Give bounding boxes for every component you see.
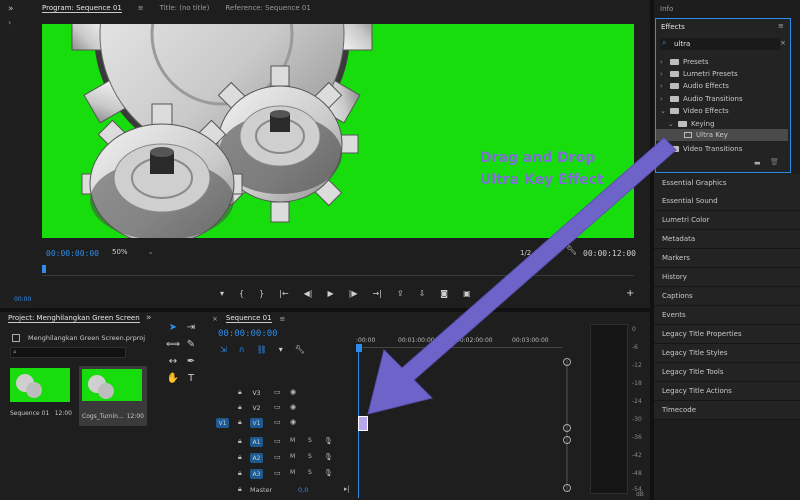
- drag-arrow-annotation: [367, 137, 677, 415]
- arrow-shape: [367, 137, 677, 415]
